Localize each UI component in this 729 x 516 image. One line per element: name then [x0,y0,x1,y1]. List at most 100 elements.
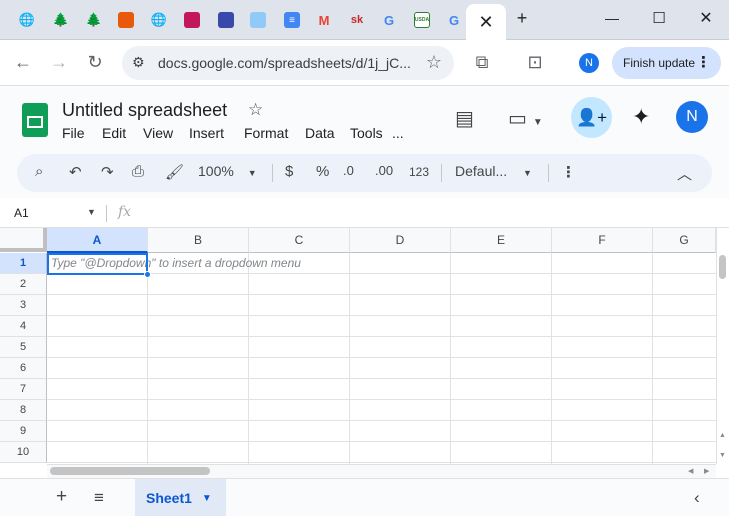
new-tab-button[interactable]: + [510,8,534,29]
menu-file[interactable]: File [62,125,102,141]
currency-button[interactable]: $ [285,163,293,180]
tree-icon: 🌲 [85,12,103,27]
window-close-button[interactable]: ✕ [694,8,718,28]
redo-icon[interactable]: ↷ [101,163,114,181]
star-icon[interactable]: ☆ [248,100,263,120]
zoom-select[interactable]: 100% ▼ [198,163,257,179]
browser-tab[interactable]: G [440,6,468,34]
site-settings-icon[interactable]: ⚙ [132,54,145,71]
browser-tab[interactable]: 🌲 [80,6,108,34]
row-header-3[interactable]: 3 [0,295,47,316]
column-header-b[interactable]: B [148,228,249,253]
spreadsheet-grid[interactable]: ABCDEFG 1 2 3 4 5 6 7 8 9 10 Type "@Dropdown" to … [0,228,716,464]
browser-tab[interactable]: 🌐 [13,6,41,34]
menu-view[interactable]: View [143,125,189,141]
browser-tab[interactable] [178,6,206,34]
maximize-button[interactable]: ☐ [647,9,671,27]
minimize-button[interactable]: — [600,10,624,26]
paint-format-icon[interactable]: 🖌 [165,163,184,181]
select-all-corner[interactable] [0,228,47,252]
menu-tools[interactable]: Tools [350,125,392,141]
chevron-down-icon[interactable]: ▼ [202,493,212,504]
scroll-down-arrow-icon[interactable]: ▼ [719,452,726,459]
browser-tab[interactable]: M [310,6,338,34]
comment-icon[interactable]: ▤ [455,106,474,131]
omnibox[interactable]: ⚙ docs.google.com/spreadsheets/d/1j_jC..… [122,46,454,80]
browser-tab[interactable]: 🌲 [47,6,75,34]
browser-tab[interactable]: 🌐 [145,6,173,34]
browser-tab[interactable] [112,6,140,34]
reload-icon[interactable]: ↻ [84,52,106,73]
row-header-8[interactable]: 8 [0,400,47,421]
row-header-7[interactable]: 7 [0,379,47,400]
vertical-scroll-thumb[interactable] [719,255,726,279]
scroll-up-arrow-icon[interactable]: ▲ [719,432,726,439]
row-header-9[interactable]: 9 [0,421,47,442]
share-button[interactable]: 👤+ [571,97,612,138]
collapse-menu-icon[interactable]: ︿ [677,163,692,184]
close-tab-icon[interactable]: ✕ [478,12,493,33]
name-box[interactable]: A1 [14,206,29,220]
extensions-icon[interactable]: ⧉ [471,52,493,73]
percent-button[interactable]: % [316,163,329,180]
gmail-icon: M [318,12,330,28]
menu-insert[interactable]: Insert [189,125,244,141]
fill-handle[interactable] [144,271,151,278]
add-person-icon: 👤+ [575,107,608,127]
forward-arrow-icon[interactable]: → [48,52,70,73]
chevron-left-icon[interactable]: ‹ [694,488,700,508]
browser-tab[interactable]: G [375,6,403,34]
document-title[interactable]: Untitled spreadsheet [62,100,227,121]
scroll-left-arrow-icon[interactable]: ◀ [688,467,693,475]
bookmark-star-icon[interactable]: ☆ [426,52,442,73]
decrease-decimal-button[interactable]: .0 [343,163,354,178]
browser-tab[interactable] [244,6,272,34]
column-header-g[interactable]: G [653,228,716,253]
sheet-tab-sheet1[interactable]: Sheet1 ▼ [135,479,226,516]
profile-avatar[interactable]: N [579,53,599,73]
browser-tab[interactable]: ≡ [278,6,306,34]
column-header-f[interactable]: F [552,228,653,253]
back-arrow-icon[interactable]: ← [12,52,34,73]
browser-tab[interactable]: sk [343,6,371,34]
add-sheet-icon[interactable]: + [56,486,67,508]
browser-tab[interactable]: USDA [408,6,436,34]
row-header-2[interactable]: 2 [0,274,47,295]
row-header-10[interactable]: 10 [0,442,47,463]
browser-tab[interactable] [212,6,240,34]
scroll-right-arrow-icon[interactable]: ▶ [704,467,709,475]
column-header-c[interactable]: C [249,228,350,253]
row-header-5[interactable]: 5 [0,337,47,358]
number-format-button[interactable]: 123 [409,165,429,179]
meet-video-icon[interactable]: ▭ ▼ [508,106,543,131]
more-vert-icon[interactable]: ⋮ [696,53,711,71]
finish-update-button[interactable]: Finish update ⋮ [612,47,721,79]
more-options-icon[interactable]: ⋮ [561,163,576,181]
row-header-1[interactable]: 1 [0,253,47,274]
all-sheets-icon[interactable]: ≡ [94,488,104,508]
increase-decimal-button[interactable]: .00 [375,163,393,178]
row-header-6[interactable]: 6 [0,358,47,379]
print-icon[interactable]: ⎙ [132,163,144,180]
menu-format[interactable]: Format [244,125,305,141]
undo-icon[interactable]: ↶ [69,163,82,181]
active-cell-a1[interactable] [47,253,148,275]
search-icon[interactable]: ⌕ [35,163,43,180]
column-header-d[interactable]: D [350,228,451,253]
font-select[interactable]: Defaul... ▼ [455,163,532,179]
gemini-sparkle-icon[interactable]: ✦ [632,104,650,130]
menu-edit[interactable]: Edit [102,125,143,141]
doc-preview-icon [250,12,266,28]
chevron-down-icon[interactable]: ▼ [87,207,96,217]
url-text[interactable]: docs.google.com/spreadsheets/d/1j_jC... [158,55,411,71]
horizontal-scroll-thumb[interactable] [50,467,210,475]
account-avatar[interactable]: N [676,101,708,133]
media-control-icon[interactable]: ⊡ [524,52,546,73]
menu-more[interactable]: ... [392,125,404,141]
active-tab[interactable]: ✕ [466,4,506,40]
sheets-logo-icon[interactable] [22,103,48,137]
column-header-a[interactable]: A [47,228,148,253]
column-header-e[interactable]: E [451,228,552,253]
row-header-4[interactable]: 4 [0,316,47,337]
menu-data[interactable]: Data [305,125,350,141]
